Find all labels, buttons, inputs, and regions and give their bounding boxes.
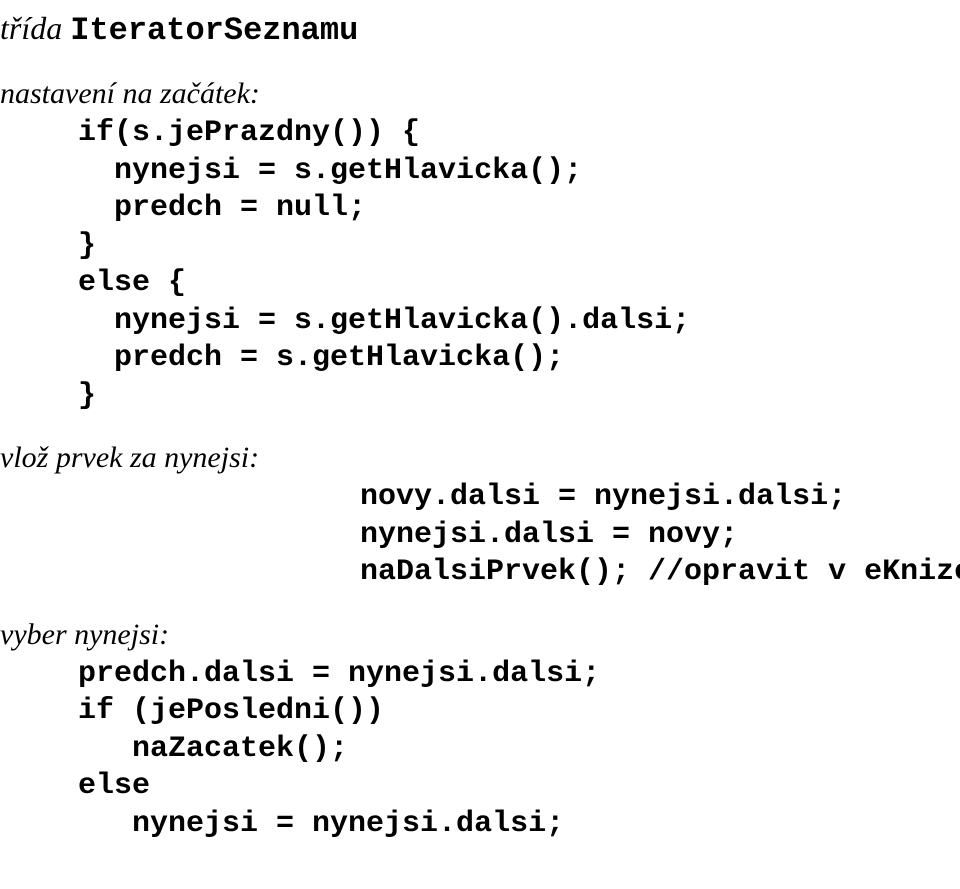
title-prefix: třída bbox=[0, 10, 70, 46]
section-label: vlož prvek za nynejsi: bbox=[0, 441, 940, 475]
document-page: třída IteratorSeznamu nastavení na začát… bbox=[0, 0, 960, 889]
section-select-current: vyber nynejsi: predch.dalsi = nynejsi.da… bbox=[0, 618, 940, 844]
section-label: vyber nynejsi: bbox=[0, 618, 940, 652]
section-insert-after-current: vlož prvek za nynejsi: novy.dalsi = nyne… bbox=[0, 441, 940, 592]
section-set-to-start: nastavení na začátek: if(s.jePrazdny()) … bbox=[0, 77, 940, 415]
code-block: predch.dalsi = nynejsi.dalsi; if (jePosl… bbox=[78, 656, 940, 844]
page-title: třída IteratorSeznamu bbox=[0, 10, 940, 49]
title-classname: IteratorSeznamu bbox=[70, 12, 358, 49]
code-block: if(s.jePrazdny()) { nynejsi = s.getHlavi… bbox=[78, 115, 940, 415]
code-block: novy.dalsi = nynejsi.dalsi; nynejsi.dals… bbox=[360, 479, 940, 592]
section-label: nastavení na začátek: bbox=[0, 77, 940, 111]
